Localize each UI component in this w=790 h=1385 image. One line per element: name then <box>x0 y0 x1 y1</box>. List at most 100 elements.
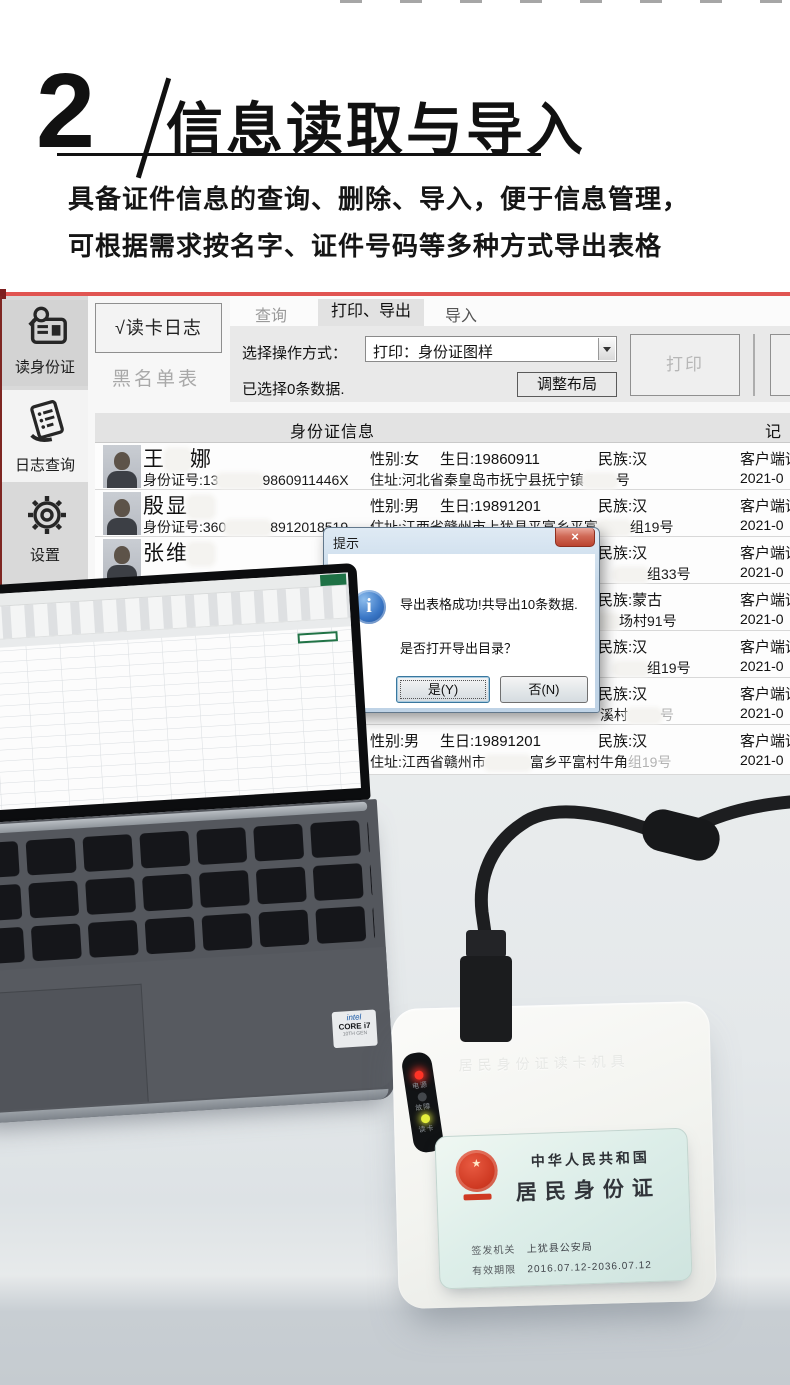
excel-grid <box>0 618 361 812</box>
resident-id-card: ★ 中华人民共和国 居民身份证 签发机关 上犹县公安局 有效期限 2016.07… <box>434 1128 692 1290</box>
redaction-patch <box>615 569 647 581</box>
gear-icon <box>24 492 70 538</box>
cropped-text-remnant <box>340 0 790 3</box>
record-time: 2021-0 <box>740 752 784 768</box>
operation-mode-label: 选择操作方式： <box>242 342 347 363</box>
validity-row: 有效期限 2016.07.12-2036.07.12 <box>472 1256 652 1277</box>
close-icon[interactable]: × <box>555 528 595 547</box>
record-source: 客户端读 <box>740 542 790 563</box>
redaction-patch <box>598 522 630 534</box>
reader-emboss-text: 居民身份证读卡机具 <box>458 1051 629 1075</box>
laptop-palmrest: intel CORE i7 10TH GEN <box>0 947 394 1113</box>
dropdown-button[interactable] <box>598 338 615 360</box>
power-led-label: 电源 <box>412 1080 429 1091</box>
sex-field: 性别:男 <box>370 730 419 751</box>
record-time: 2021-0 <box>740 658 784 674</box>
export-success-dialog: 提示 × i 导出表格成功!共导出10条数据. 是否打开导出目录？ 是(Y) 否… <box>323 527 600 713</box>
laptop: intel CORE i7 10TH GEN <box>0 563 390 1135</box>
read-log-toggle-button[interactable]: √读卡日志 <box>95 303 222 353</box>
sidebar-label-settings: 设置 <box>2 544 88 565</box>
record-source: 客户端读 <box>740 495 790 516</box>
sidebar-label-log-query: 日志查询 <box>2 454 88 475</box>
redaction-patch <box>615 663 647 675</box>
operation-mode-select[interactable]: 打印：身份证图样 <box>365 336 617 362</box>
card-country-text: 中华人民共和国 <box>502 1146 679 1172</box>
record-time: 2021-0 <box>740 564 784 580</box>
national-emblem: ★ <box>454 1149 500 1203</box>
table-row[interactable]: 王娜 身份证号:139860911446X 性别:女 生日:19860911 民… <box>95 443 790 490</box>
address-field: 溪村号 <box>600 705 674 725</box>
print-button[interactable]: 打印 <box>630 334 740 396</box>
excel-spreadsheet <box>0 572 361 812</box>
no-button[interactable]: 否(N) <box>500 676 588 703</box>
sidebar-item-read-id[interactable]: 读身份证 <box>2 300 88 386</box>
redaction-patch <box>226 522 270 534</box>
tab-query[interactable]: 查询 <box>255 302 287 326</box>
tab-print-export[interactable]: 打印、导出 <box>318 299 424 326</box>
description-line-1: 具备证件信息的查询、删除、导入，便于信息管理， <box>68 176 728 223</box>
dialog-message-1: 导出表格成功!共导出10条数据. <box>400 594 578 613</box>
blacklist-table-button[interactable]: 黑名单表 <box>112 364 200 391</box>
export-button-partial[interactable] <box>770 334 790 396</box>
ethnic-field: 民族:蒙古 <box>598 589 662 610</box>
tab-import[interactable]: 导入 <box>445 302 477 326</box>
sidebar-item-settings[interactable]: 设置 <box>2 488 88 576</box>
redaction-patch <box>486 757 530 769</box>
portrait-photo <box>103 445 141 488</box>
fault-led <box>417 1092 427 1102</box>
yes-button[interactable]: 是(Y) <box>396 676 490 703</box>
record-source: 客户端读 <box>740 730 790 751</box>
issuer-label: 签发机关 <box>471 1245 515 1258</box>
power-led <box>413 1070 423 1080</box>
record-source: 客户端读 <box>740 448 790 469</box>
read-led-label: 读卡 <box>418 1124 435 1135</box>
sex-field: 性别:女 <box>370 448 419 469</box>
address-field: 住址:江西省赣州市富乡平富村牛角组19号 <box>370 752 671 772</box>
laptop-screen <box>0 563 371 825</box>
fault-led-label: 故障 <box>415 1102 432 1113</box>
address-field: 组33号 <box>615 564 691 584</box>
ethnic-field: 民族:汉 <box>598 448 647 469</box>
operation-mode-value: 打印：身份证图样 <box>373 341 493 362</box>
ethnic-field: 民族:汉 <box>598 683 647 704</box>
record-source: 客户端读 <box>740 589 790 610</box>
laptop-trackpad <box>0 984 149 1113</box>
sex-field: 性别:男 <box>370 495 419 516</box>
record-time: 2021-0 <box>740 611 784 627</box>
description-line-2: 可根据需求按名字、证件号码等多种方式导出表格 <box>68 223 728 270</box>
toolbar-divider <box>753 334 755 396</box>
record-time: 2021-0 <box>740 470 784 486</box>
card-title-text: 居民身份证 <box>497 1171 680 1207</box>
section-description: 具备证件信息的查询、删除、导入，便于信息管理， 可根据需求按名字、证件号码等多种… <box>68 176 728 270</box>
birth-field: 生日:19891201 <box>440 495 541 516</box>
birth-field: 生日:19891201 <box>440 730 541 751</box>
address-field: 住址:河北省秦皇岛市抚宁县抚宁镇号 <box>370 470 630 490</box>
address-field: 组19号 <box>615 658 691 678</box>
issuer-row: 签发机关 上犹县公安局 <box>471 1238 593 1257</box>
record-time: 2021-0 <box>740 517 784 533</box>
adjust-layout-button[interactable]: 调整布局 <box>517 372 617 397</box>
table-header: 身份证信息 记录 <box>95 413 790 443</box>
validity-value: 2016.07.12-2036.07.12 <box>527 1260 652 1275</box>
page: 2 信息读取与导入 具备证件信息的查询、删除、导入，便于信息管理， 可根据需求按… <box>0 0 790 1385</box>
laptop-keyboard-deck: intel CORE i7 10TH GEN <box>0 799 395 1124</box>
intel-sticker: intel CORE i7 10TH GEN <box>332 1010 378 1049</box>
birth-field: 生日:19860911 <box>440 448 540 469</box>
ethnic-field: 民族:汉 <box>598 542 647 563</box>
person-name: 王娜 <box>143 443 213 473</box>
redaction-patch <box>218 475 262 487</box>
sidebar-item-log-query[interactable]: 日志查询 <box>2 390 88 482</box>
dialog-message-2: 是否打开导出目录？ <box>400 638 517 657</box>
excel-logo-block <box>320 574 347 587</box>
record-source: 客户端读 <box>740 636 790 657</box>
chevron-down-icon <box>603 347 611 352</box>
record-source: 客户端读 <box>740 683 790 704</box>
person-name: 张维 <box>143 537 213 567</box>
selected-count-text: 已选择0条数据. <box>242 378 345 399</box>
redaction-patch <box>166 450 190 470</box>
redaction-patch <box>628 710 660 722</box>
window-accent-line <box>0 292 790 296</box>
emblem-star: ★ <box>454 1156 498 1171</box>
ethnic-field: 民族:汉 <box>598 730 647 751</box>
id-card-search-icon <box>24 304 70 350</box>
